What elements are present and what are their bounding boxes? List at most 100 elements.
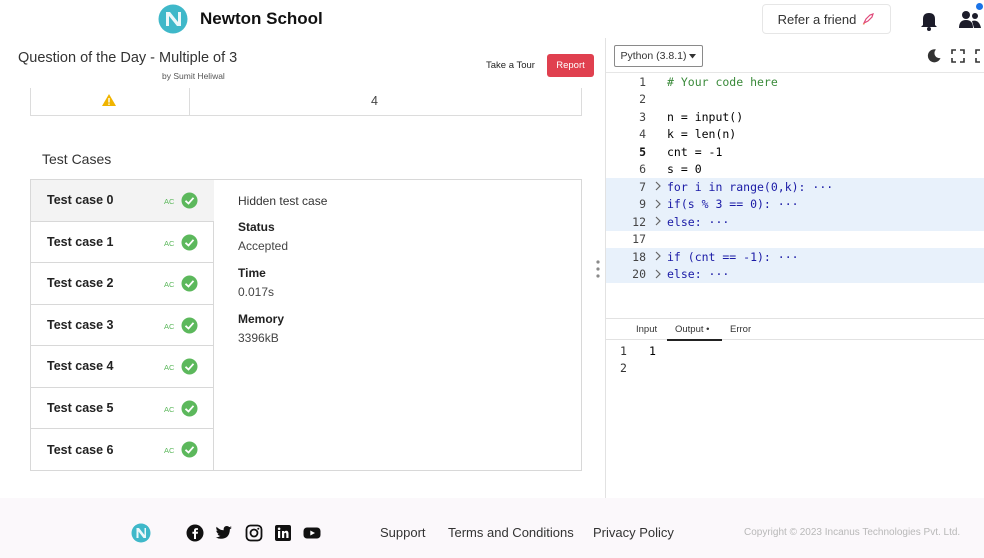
warning-icon [102,94,116,106]
code-line: 3 n = input() [606,108,984,126]
test-case-4[interactable]: Test case 4 AC [31,346,214,388]
copyright-text: Copyright © 2023 Incanus Technologies Pv… [744,527,961,538]
fold-chevron-icon[interactable] [653,198,663,210]
brand-name[interactable]: Newton School [200,9,323,29]
status-badge: AC [164,197,175,206]
linkedin-icon[interactable] [274,524,292,542]
check-circle-icon [181,358,198,375]
status-badge: AC [164,446,175,455]
take-a-tour-button[interactable]: Take a Tour [486,60,535,71]
panel-resize-handle[interactable] [596,259,600,279]
fold-chevron-icon[interactable] [653,180,663,192]
line-number: 17 [632,232,646,247]
line-number: 1 [620,344,627,358]
code-text: cnt = -1 [667,144,723,159]
status-badge: AC [164,404,175,414]
status-badge: AC [164,280,175,289]
hidden-test-case-label: Hidden test case [238,194,328,208]
code-text: else: ··· [667,267,730,282]
line-number: 20 [632,267,646,282]
test-cases-heading: Test Cases [42,151,112,167]
output-line: 2 [606,361,984,378]
newton-school-logo-icon[interactable] [131,523,151,543]
test-case-name: Test case 0 [47,193,114,208]
youtube-icon[interactable] [303,524,321,542]
footer-link-privacy[interactable]: Privacy Policy [593,525,674,540]
check-circle-icon [181,234,198,250]
memory-value: 3396kB [238,331,279,345]
table-row: 4 [30,88,582,116]
caret-down-icon [689,53,697,58]
footer-link-terms[interactable]: Terms and Conditions [448,525,574,540]
code-text: # Your code here [667,74,778,89]
page-footer: Support Terms and Conditions Privacy Pol… [0,498,984,558]
test-case-2[interactable]: Test case 2 AC [31,263,214,305]
tab-input[interactable]: Input [636,324,657,335]
fold-chevron-icon[interactable] [653,250,663,262]
dark-mode-moon-icon[interactable] [926,48,942,64]
active-tab-indicator [667,339,722,341]
test-case-1[interactable]: Test case 1 AC [31,222,214,263]
code-line: 1 # Your code here [606,73,984,91]
test-case-3[interactable]: Test case 3 AC [31,305,214,346]
table-cell-value: 4 [371,94,378,108]
facebook-icon[interactable] [186,524,204,542]
footer-link-support[interactable]: Support [380,525,426,540]
code-text: else: ··· [667,214,730,229]
problem-panel: Question of the Day - Multiple of 3 by S… [0,38,605,548]
bell-icon[interactable] [918,9,940,31]
code-line: 18 if (cnt == -1): ··· [606,248,984,266]
test-case-name: Test case 4 [47,359,114,374]
code-text: for i in range(0,k): ··· [667,179,834,194]
language-select[interactable]: Python (3.8.1) [614,45,703,67]
expand-icon[interactable] [974,48,984,64]
instagram-icon[interactable] [245,524,263,542]
code-line: 7 for i in range(0,k): ··· [606,178,984,196]
tab-error[interactable]: Error [730,324,751,335]
status-badge: AC [164,363,175,372]
fullscreen-icon[interactable] [950,48,966,64]
code-line: 2 [606,91,984,109]
test-case-5[interactable]: Test case 5 AC [31,388,214,429]
line-number: 4 [639,127,646,142]
line-number: 18 [632,249,646,264]
time-value: 0.017s [238,285,275,299]
line-number: 7 [639,179,646,194]
test-case-name: Test case 1 [47,234,114,249]
twitter-icon[interactable] [215,524,233,542]
refer-a-friend-button[interactable]: Refer a friend [762,4,891,34]
newton-school-logo-icon[interactable] [158,4,188,34]
check-circle-icon [181,192,198,209]
test-case-0[interactable]: Test case 0 AC [31,180,214,222]
users-icon[interactable] [957,8,983,30]
editor-panel: Python (3.8.1) 1 # Your code here 2 3 n … [605,38,984,498]
code-editor[interactable]: 1 # Your code here 2 3 n = input() 4 k =… [606,73,984,283]
output-line: 1 1 [606,344,984,361]
line-number: 1 [639,74,646,89]
code-line: 12 else: ··· [606,213,984,231]
line-number: 2 [639,92,646,107]
code-text: k = len(n) [667,127,737,142]
code-line: 9 if(s % 3 == 0): ··· [606,195,984,213]
question-title: Question of the Day - Multiple of 3 [18,50,238,66]
line-number: 3 [639,109,646,124]
status-value: Accepted [238,239,289,253]
column-divider [189,88,190,116]
output-text: 1 [649,344,656,358]
refer-label: Refer a friend [777,11,857,27]
status-badge: AC [164,321,175,331]
fold-chevron-icon[interactable] [653,215,663,227]
line-number: 5 [639,144,646,159]
code-line: 5 cnt = -1 [606,143,984,161]
check-circle-icon [181,317,198,333]
report-button[interactable]: Report [547,54,594,77]
rocket-icon [863,13,875,25]
tab-output[interactable]: Output • [675,324,709,335]
code-text: n = input() [667,109,744,124]
problem-scroll-area[interactable]: 4 Test Cases Test case 0 AC Test case 1 … [10,88,603,548]
code-text: if(s % 3 == 0): ··· [667,197,799,212]
fold-chevron-icon[interactable] [653,268,663,280]
status-label: Status [238,220,275,234]
test-case-6[interactable]: Test case 6 AC [31,429,214,471]
line-number: 6 [639,162,646,177]
